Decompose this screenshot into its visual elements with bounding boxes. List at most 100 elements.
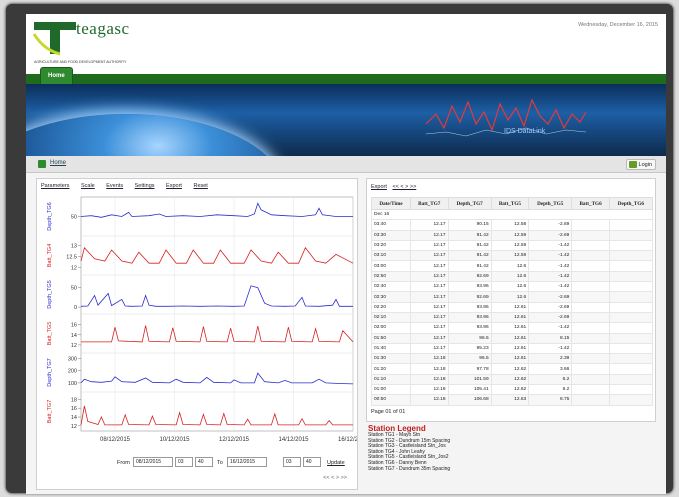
y-tick-label: 18 — [71, 397, 77, 403]
stacked-line-chart[interactable]: 08/12/2015 10/12/2015 12/12/2015 14/12/2015… — [39, 195, 357, 447]
from-label: From — [117, 460, 130, 466]
chart-pager[interactable]: << < > >> — [323, 475, 347, 481]
table-cell: -2.69 — [528, 291, 573, 303]
table-row: 02:00 12.17 93.96 12.61 -1.42 — [371, 322, 654, 334]
banner-text: IDS DataLink — [504, 128, 546, 135]
toolbar-parameters[interactable]: Parameters — [41, 183, 69, 189]
table-cell — [571, 239, 610, 252]
table-cell: 03:10 — [371, 250, 411, 262]
table-cell: 12.61 — [490, 332, 530, 344]
table-cell: 01:00 — [371, 384, 411, 396]
browser-frame: teagasc AGRICULTURE AND FOOD DEVELOPMENT… — [6, 4, 673, 494]
table-cell — [608, 332, 654, 344]
teagasc-t-icon — [32, 22, 76, 56]
table-row: 02:30 12.17 92.69 12.6 -2.69 — [371, 291, 654, 303]
table-row: 03:20 12.17 91.42 12.59 -1.42 — [371, 239, 654, 252]
table-cell: 12.61 — [490, 301, 530, 313]
toolbar-settings[interactable]: Settings — [135, 183, 155, 189]
column-header: Batt_TG5 — [490, 197, 530, 210]
table-cell — [571, 291, 610, 303]
table-cell: 03:30 — [371, 229, 411, 241]
table-cell — [571, 322, 610, 334]
table-cell: 12.18 — [409, 363, 449, 375]
table-cell: 93.96 — [447, 322, 492, 334]
table-cell: 01:20 — [371, 363, 411, 375]
to-label: To — [217, 460, 223, 466]
table-cell: 12.61 — [490, 311, 530, 324]
table-cell: -1.42 — [528, 281, 573, 293]
from-hour-select[interactable]: 03 — [175, 457, 193, 467]
table-row: 00:50 12.18 106.68 12.63 8.75 — [371, 394, 654, 406]
earth-image — [26, 114, 286, 156]
table-cell: 03:20 — [371, 239, 411, 252]
table-cell: 02:40 — [371, 281, 411, 293]
toolbar-events[interactable]: Events — [106, 183, 123, 189]
table-cell: 12.59 — [490, 239, 530, 252]
table-export-link[interactable]: Export — [371, 184, 387, 190]
legend-item: Station TG7 - Dundrum 35m Spacing — [368, 465, 451, 472]
toolbar-scale[interactable]: Scale — [81, 183, 95, 189]
table-row: 02:50 12.17 92.69 12.6 -1.42 — [371, 270, 654, 283]
nav-bar — [26, 74, 666, 84]
date-range-bar: From 08/12/2015 03 40 To 16/12/2015 03 4… — [37, 456, 359, 470]
table-cell — [571, 260, 610, 272]
table-cell — [571, 394, 610, 406]
table-cell: 92.69 — [447, 291, 492, 303]
nav-tab-home[interactable]: Home — [40, 67, 73, 84]
table-row: 01:10 12.18 101.59 12.62 6.2 — [371, 373, 654, 386]
table-cell: 12.17 — [409, 219, 449, 231]
table-cell — [608, 291, 654, 303]
table-cell: -1.42 — [528, 250, 573, 262]
table-cell — [571, 229, 610, 241]
to-date-input[interactable]: 16/12/2015 — [227, 457, 267, 467]
chart-toolbar: Parameters Scale Events Settings Export … — [41, 183, 218, 193]
banner: IDS DataLink — [26, 84, 666, 156]
table-cell: 93.96 — [447, 301, 492, 313]
to-hour-select[interactable]: 03 — [283, 457, 301, 467]
table-cell: 90.15 — [447, 219, 492, 231]
table-cell: 12.58 — [490, 219, 530, 231]
to-minute-select[interactable]: 40 — [303, 457, 321, 467]
table-cell: -1.42 — [528, 260, 573, 272]
table-cell: 12.62 — [490, 363, 530, 375]
table-cell: 93.96 — [447, 281, 492, 293]
column-header: Batt_TG7 — [409, 197, 449, 210]
table-cell: 12.6 — [490, 260, 530, 272]
breadcrumb-home[interactable]: Home — [50, 160, 66, 166]
table-cell: 96.5 — [447, 332, 492, 344]
x-tick-label: 16/12/2015 — [338, 437, 357, 443]
from-date-input[interactable]: 08/12/2015 — [133, 457, 173, 467]
table-cell: 2.39 — [528, 353, 573, 365]
x-tick-label: 14/12/2015 — [278, 437, 309, 443]
table-cell: 12.17 — [409, 322, 449, 334]
table-row: 01:20 12.18 97.78 12.62 3.66 — [371, 363, 654, 375]
y-tick-label: 12 — [71, 424, 77, 430]
table-cell: 97.78 — [447, 363, 492, 375]
table-cell: 12.6 — [490, 281, 530, 293]
y-axis-label: Depth_TG6 — [47, 202, 53, 230]
toolbar-reset[interactable]: Reset — [193, 183, 207, 189]
toolbar-export[interactable]: Export — [166, 183, 182, 189]
brand-name: teagasc — [76, 19, 130, 38]
table-cell: 12.61 — [490, 353, 530, 365]
table-cell: 91.42 — [447, 239, 492, 252]
legend-items: Station TG1 - Mayo Stn Station TG2 - Dund… — [368, 432, 658, 472]
y-tick-label: 12 — [71, 266, 77, 272]
teagasc-logo[interactable]: teagasc AGRICULTURE AND FOOD DEVELOPMENT… — [32, 19, 160, 64]
y-tick-label: 12 — [71, 343, 77, 349]
y-tick-label: 200 — [68, 369, 77, 375]
login-button[interactable]: Login — [625, 159, 656, 170]
column-header: Date/Time — [371, 197, 411, 210]
home-icon[interactable] — [38, 160, 46, 168]
from-minute-select[interactable]: 40 — [195, 457, 213, 467]
update-button[interactable]: Update — [327, 460, 345, 466]
table-cell: 12.17 — [409, 281, 449, 293]
table-cell: -2.69 — [528, 311, 573, 324]
table-pager[interactable]: << < > >> — [392, 184, 416, 190]
table-cell: -1.42 — [528, 322, 573, 334]
table-cell: 12.59 — [490, 229, 530, 241]
table-cell: -1.42 — [528, 270, 573, 283]
y-tick-label: 14 — [71, 415, 77, 421]
table-cell: 01:40 — [371, 342, 411, 355]
table-row: 03:40 12.17 90.15 12.58 -2.69 — [371, 219, 654, 231]
